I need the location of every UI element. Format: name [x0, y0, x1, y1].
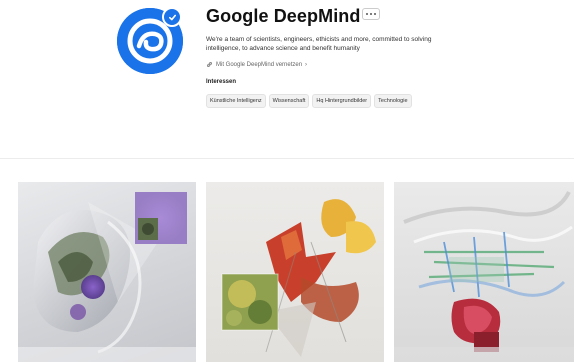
profile-bio: We're a team of scientists, engineers, e…: [206, 36, 432, 52]
tag-technologie[interactable]: Technologie: [374, 94, 412, 108]
verified-check-icon: [162, 7, 182, 27]
connect-link[interactable]: Mit Google DeepMind vernetzen ›: [206, 61, 307, 68]
profile-name: Google DeepMind: [206, 6, 361, 26]
pin-image-autumn-leaves[interactable]: [206, 182, 384, 362]
tag-kuenstliche-intelligenz[interactable]: Künstliche Intelligenz: [206, 94, 266, 108]
pin-artwork-1: [18, 192, 196, 362]
more-dot: [370, 13, 372, 15]
tag-hq-hintergrundbilder[interactable]: Hq Hintergrundbilder: [312, 94, 372, 108]
pin-image-abstract-glass-flower[interactable]: [18, 182, 196, 362]
interest-tags: Künstliche Intelligenz Wissenschaft Hq H…: [206, 94, 415, 108]
chevron-right-icon: ›: [305, 61, 308, 68]
link-icon: [206, 61, 213, 68]
more-options-button[interactable]: [362, 8, 380, 20]
pin-artwork-2: [221, 199, 376, 357]
pin-image-glass-sculpture[interactable]: [394, 182, 574, 362]
section-divider: [0, 158, 574, 159]
connect-label: Mit Google DeepMind vernetzen: [216, 61, 303, 68]
interests-heading: Interessen: [206, 79, 237, 85]
pin-artwork-3: [394, 191, 574, 362]
more-horizontal-icon: [366, 13, 368, 15]
more-dot: [374, 13, 376, 15]
tag-wissenschaft[interactable]: Wissenschaft: [268, 94, 310, 108]
